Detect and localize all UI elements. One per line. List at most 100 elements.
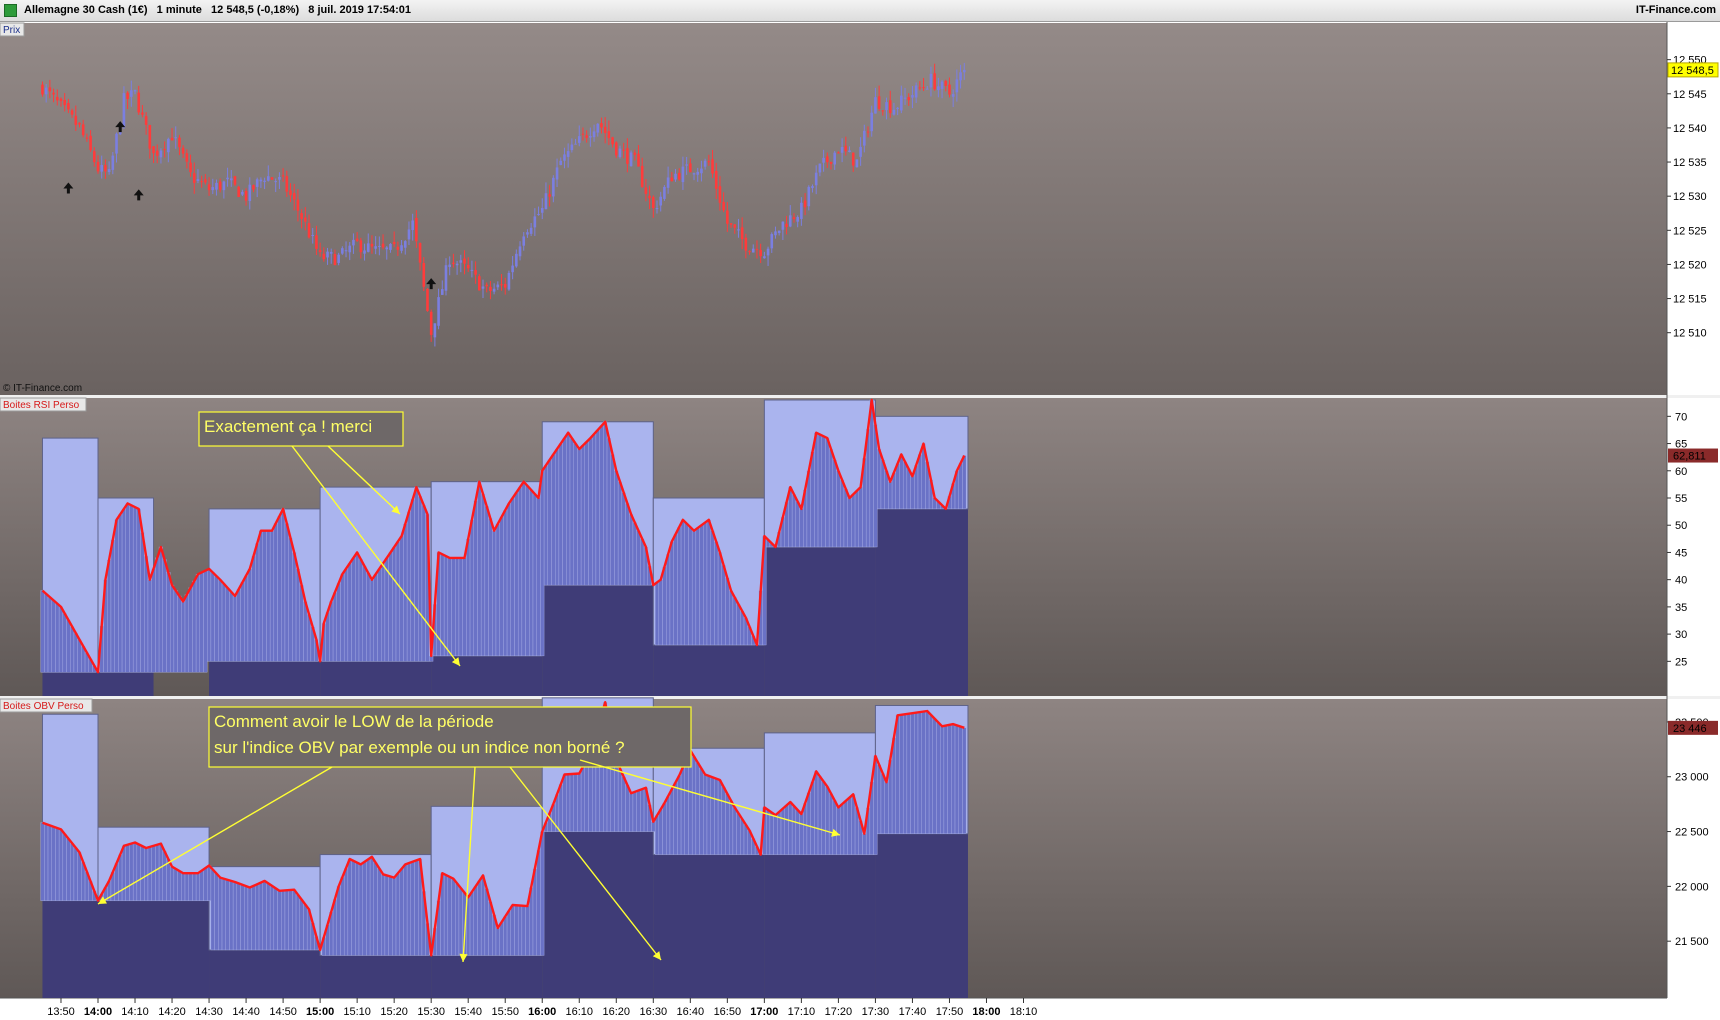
- obv-area-bar: [51, 826, 56, 901]
- rsi-area-bar: [532, 493, 537, 657]
- price-candle-body: [204, 179, 207, 183]
- rsi-area-bar: [592, 433, 597, 586]
- obv-area-bar: [292, 889, 297, 951]
- rsi-area-bar: [854, 490, 859, 548]
- rsi-area-bar: [810, 451, 815, 548]
- price-candle-body: [870, 112, 874, 132]
- rsi-area-bar: [40, 590, 45, 673]
- price-candle-body: [951, 94, 955, 97]
- price-axis-label: 12 535: [1673, 157, 1707, 169]
- rsi-area-bar: [203, 570, 208, 673]
- rsi-area-bar: [873, 424, 878, 548]
- chart-canvas[interactable]: 12 510 12 515 12 520 12 525 12 530 12 535 12 5…: [0, 0, 1720, 1020]
- price-axis-label: 12 510: [1673, 328, 1707, 340]
- rsi-area-bar: [51, 600, 56, 673]
- price-candle-body: [877, 96, 881, 109]
- obv-area-bar: [469, 891, 474, 956]
- rsi-area-bar: [732, 597, 737, 646]
- time-axis-label: 17:20: [825, 1006, 853, 1018]
- obv-area-bar: [240, 884, 245, 951]
- obv-area-bar: [921, 711, 926, 834]
- rsi-area-bar: [625, 503, 630, 586]
- price-candle-body: [814, 172, 818, 186]
- rsi-axis-label: 70: [1675, 411, 1687, 423]
- obv-area-bar: [677, 775, 682, 855]
- annotation-2-text: Comment avoir le LOW de la période: [214, 712, 494, 731]
- rsi-area-bar: [595, 429, 600, 586]
- price-candle-body: [944, 80, 948, 86]
- price-candle-body: [655, 208, 659, 210]
- price-candle-body: [696, 171, 700, 175]
- price-candle-body: [285, 176, 289, 192]
- price-candle-body: [363, 250, 366, 254]
- obv-area-bar: [562, 774, 567, 832]
- price-candle-body: [181, 147, 185, 154]
- price-candle-body: [711, 159, 714, 174]
- obv-area-bar: [77, 852, 82, 901]
- rsi-area-bar: [173, 590, 178, 673]
- price-candle-body: [700, 168, 703, 174]
- obv-area-bar: [70, 842, 75, 901]
- rsi-area-bar: [669, 541, 674, 646]
- rsi-area-bar: [240, 582, 245, 662]
- price-candle-body: [907, 97, 911, 101]
- time-axis-label: 15:10: [343, 1006, 371, 1018]
- price-candle-body: [844, 145, 848, 152]
- obv-area-bar: [932, 718, 937, 834]
- rsi-area-bar: [699, 525, 704, 646]
- price-candle-body: [326, 251, 329, 258]
- obv-area-bar: [828, 793, 834, 855]
- obv-area-bar: [580, 766, 586, 832]
- price-candle-body: [489, 286, 492, 291]
- price-candle-body: [400, 245, 403, 251]
- time-axis-label: 15:30: [417, 1006, 445, 1018]
- rsi-area-bar: [451, 557, 456, 657]
- price-candle-body: [959, 72, 962, 81]
- obv-area-bar: [673, 782, 678, 855]
- price-candle-body: [540, 207, 544, 213]
- price-axis-label: 12 515: [1673, 294, 1707, 306]
- time-axis-label: 14:00: [84, 1006, 112, 1018]
- rsi-area-bar: [573, 443, 578, 586]
- price-candle-body: [381, 243, 385, 248]
- price-candle-body: [352, 239, 355, 246]
- obv-area-bar: [207, 865, 212, 901]
- rsi-area-bar: [221, 583, 226, 662]
- price-candle-body: [848, 150, 851, 153]
- rsi-area-bar: [214, 575, 219, 662]
- time-axis-label: 16:50: [714, 1006, 742, 1018]
- obv-area-bar: [806, 792, 811, 855]
- price-candle-body: [67, 102, 70, 110]
- price-candle-body: [922, 87, 925, 89]
- obv-area-bar: [514, 905, 519, 956]
- rsi-area-bar: [47, 596, 52, 673]
- obv-area-bar: [480, 875, 486, 956]
- price-candle-body: [218, 181, 222, 190]
- price-candle-body: [914, 85, 918, 98]
- rsi-area-bar: [858, 486, 863, 548]
- price-candle-body: [455, 263, 459, 266]
- rsi-area-bar: [329, 601, 334, 662]
- rsi-area-bar: [525, 485, 530, 657]
- obv-area-bar: [525, 905, 530, 956]
- price-candle-body: [751, 248, 755, 253]
- obv-area-bar: [384, 875, 389, 956]
- time-axis-label: 17:00: [750, 1006, 778, 1018]
- obv-area-bar: [936, 722, 941, 834]
- obv-area-bar: [521, 905, 526, 956]
- obv-area-bar: [540, 831, 545, 956]
- rsi-area-bar: [410, 499, 415, 662]
- obv-area-bar: [373, 862, 378, 956]
- rsi-area-bar: [673, 534, 678, 646]
- obv-area-bar: [184, 873, 189, 901]
- rsi-area-bar: [147, 579, 152, 673]
- obv-area-bar: [484, 888, 489, 956]
- obv-area-bar: [510, 904, 515, 956]
- rsi-area-bar: [447, 557, 452, 657]
- time-axis-label: 16:10: [565, 1006, 593, 1018]
- annotation-2-text: sur l'indice OBV par exemple ou un indic…: [214, 738, 625, 757]
- price-candle-body: [485, 284, 489, 287]
- price-candle-body: [189, 162, 192, 173]
- rsi-area-bar: [44, 593, 49, 673]
- rsi-area-bar: [295, 568, 300, 662]
